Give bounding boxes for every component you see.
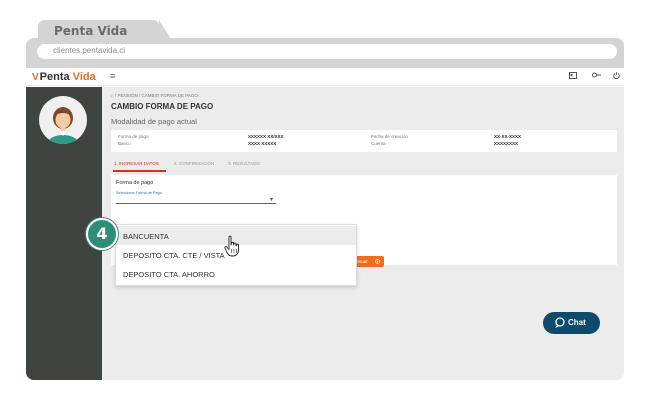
- chat-button-label: Chat: [568, 318, 586, 327]
- current-payment-summary: Forma de pago Banco XXXXXX XX/XXX XXXX X…: [111, 130, 617, 152]
- summary-label: Fecha de creación: [371, 134, 409, 139]
- hamburger-menu-icon[interactable]: ≡: [110, 71, 115, 81]
- home-icon[interactable]: ⌂: [111, 93, 114, 98]
- summary-label: Cuenta: [371, 141, 386, 146]
- breadcrumb-text: / PENSIÓN / CAMBIO FORMA DE PAGO: [114, 93, 198, 98]
- browser-tab-title: Penta Vida: [54, 24, 128, 38]
- logo-word-1: Penta: [39, 71, 70, 83]
- dropdown-option-label: BANCUENTA: [123, 232, 169, 241]
- logo-mark: V: [32, 72, 39, 83]
- active-step-underline: [113, 170, 166, 172]
- summary-value: XXXXXX XX/XXX: [248, 134, 284, 139]
- section-title: Modalidad de pago actual: [111, 117, 197, 126]
- penta-vida-logo[interactable]: VPenta Vida: [32, 71, 96, 83]
- key-icon[interactable]: [592, 72, 601, 80]
- page-title: CAMBIO FORMA DE PAGO: [111, 102, 214, 111]
- user-avatar-illustration: [47, 107, 79, 144]
- summary-label: Forma de pago: [118, 134, 149, 139]
- address-bar[interactable]: clientes.pentavida.cl: [37, 44, 617, 59]
- step-confirmacion[interactable]: 2. CONFIRMACIÓN: [174, 161, 214, 166]
- browser-window: Penta Vida clientes.pentavida.cl VPenta …: [26, 20, 624, 380]
- hand-pointer-icon: [224, 235, 239, 257]
- step-resultado[interactable]: 3. RESULTADO: [228, 161, 260, 166]
- id-card-icon[interactable]: [569, 72, 577, 81]
- dropdown-option-label: DEPOSITO CTA. CTE / VISTA: [123, 251, 225, 260]
- steps-bar: 1. INGRESAR DATOS 2. CONFIRMACIÓN 3. RES…: [111, 158, 617, 172]
- summary-value: XX-XX-XXXX: [494, 134, 522, 139]
- summary-value: XXXX XXXXX: [248, 141, 277, 146]
- arrow-circle-icon: [375, 259, 380, 264]
- breadcrumb: ⌂ / PENSIÓN / CAMBIO FORMA DE PAGO: [111, 93, 198, 98]
- dropdown-option-label: DEPOSITO CTA. AHORRO: [123, 270, 215, 279]
- chat-bubble-icon: [555, 317, 565, 328]
- summary-label: Banco: [118, 141, 131, 146]
- power-icon[interactable]: [613, 72, 620, 81]
- summary-value: XXXXXXXX: [494, 141, 519, 146]
- logo-word-2: Vida: [72, 71, 96, 83]
- user-avatar[interactable]: [39, 96, 87, 144]
- payment-method-label: Forma de pago: [116, 180, 154, 186]
- chat-button[interactable]: Chat: [543, 312, 600, 334]
- step-number-badge: 4: [86, 218, 118, 250]
- step-ingresar-datos[interactable]: 1. INGRESAR DATOS: [114, 161, 159, 166]
- dropdown-option-cta-ahorro[interactable]: DEPOSITO CTA. AHORRO: [116, 264, 356, 283]
- address-bar-url: clientes.pentavida.cl: [53, 46, 126, 55]
- payment-method-select-hint[interactable]: Seleccione Forma de Pago: [116, 191, 162, 195]
- payment-method-select[interactable]: [116, 203, 276, 204]
- browser-frame: clientes.pentavida.cl VPenta Vida ≡ ⌂ / …: [26, 38, 624, 380]
- app-header: VPenta Vida ≡: [26, 68, 624, 86]
